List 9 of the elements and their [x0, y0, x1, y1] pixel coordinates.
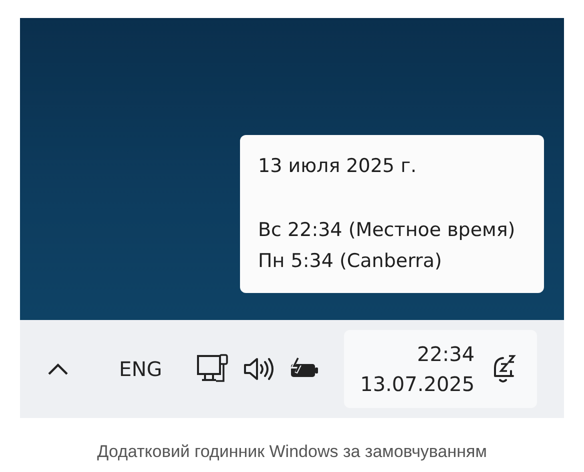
clock-time-line: Пн 5:34 (Canberra) [258, 249, 443, 274]
chevron-up-icon[interactable] [47, 362, 69, 376]
clock-time-line: Вс 22:34 (Местное время) [258, 218, 516, 243]
image-caption: Додатковий годинник Windows за замовчуванням [96, 442, 488, 462]
language-indicator[interactable]: ENG [119, 357, 162, 381]
clock-button[interactable]: 22:34 13.07.2025 [344, 330, 537, 408]
speaker-icon[interactable] [242, 355, 276, 383]
tooltip-date: 13 июля 2025 г. [258, 154, 418, 179]
network-monitor-icon[interactable] [196, 353, 230, 385]
